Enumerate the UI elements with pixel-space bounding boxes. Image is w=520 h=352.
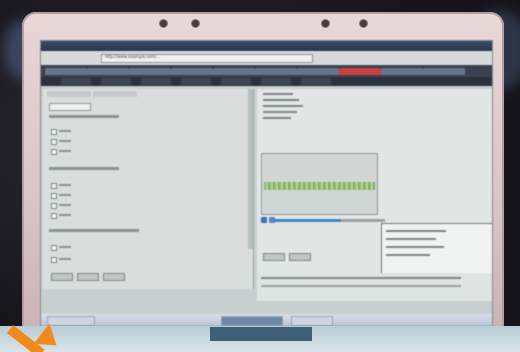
info-line	[263, 93, 293, 95]
option-text	[59, 258, 71, 260]
popup-line	[386, 254, 430, 256]
screen-reflection-label	[210, 327, 312, 341]
waveform-viewer[interactable]	[261, 153, 378, 215]
taskbar-item[interactable]	[221, 316, 283, 326]
option-text	[59, 150, 71, 152]
screw-icon	[322, 20, 329, 27]
browser-tab[interactable]	[213, 68, 255, 75]
pause-icon[interactable]	[269, 217, 275, 223]
info-line	[263, 111, 297, 113]
tab-bar	[41, 65, 492, 77]
popup-line	[386, 246, 444, 248]
option-text	[59, 194, 71, 196]
option-checkbox[interactable]	[51, 257, 57, 263]
playback-progress[interactable]	[275, 219, 385, 222]
option-text	[59, 204, 71, 206]
option-text	[59, 246, 71, 248]
menu-item[interactable]	[101, 78, 131, 85]
info-line	[263, 117, 291, 119]
browser-tab[interactable]	[423, 68, 465, 75]
menu-item[interactable]	[181, 78, 211, 85]
browser-tab[interactable]	[381, 68, 423, 75]
screw-icon	[360, 20, 367, 27]
screw-icon	[192, 20, 199, 27]
action-button[interactable]	[51, 273, 73, 281]
option-checkbox[interactable]	[51, 213, 57, 219]
question-text	[49, 229, 139, 232]
menu-item[interactable]	[261, 78, 291, 85]
window-title-bar	[41, 41, 492, 51]
browser-tab[interactable]	[255, 68, 297, 75]
taskbar-item[interactable]	[291, 316, 333, 326]
option-checkbox[interactable]	[51, 129, 57, 135]
popup-line	[386, 238, 436, 240]
option-checkbox[interactable]	[51, 245, 57, 251]
arrow-head	[33, 323, 65, 352]
browser-tab[interactable]	[171, 68, 213, 75]
photo: http://www.example.com/...	[0, 0, 520, 352]
question-text	[49, 115, 119, 118]
info-line	[263, 105, 303, 107]
waveform	[264, 182, 375, 190]
option-text	[59, 130, 71, 132]
right-panel	[257, 89, 492, 289]
subtab[interactable]	[93, 91, 137, 97]
playback-progress-fill	[275, 219, 341, 222]
address-text: http://www.example.com/...	[105, 54, 161, 59]
results-table	[257, 273, 492, 301]
play-icon[interactable]	[261, 217, 267, 223]
option-text	[59, 184, 71, 186]
option-checkbox[interactable]	[51, 149, 57, 155]
menu-item[interactable]	[141, 78, 171, 85]
option-checkbox[interactable]	[51, 183, 57, 189]
option-text	[59, 214, 71, 216]
menu-item[interactable]	[61, 78, 91, 85]
section-dropdown[interactable]	[49, 103, 91, 111]
browser-tab[interactable]	[297, 68, 339, 75]
table-header	[261, 277, 461, 279]
option-checkbox[interactable]	[51, 193, 57, 199]
menu-item[interactable]	[221, 78, 251, 85]
menu-item[interactable]	[301, 78, 331, 85]
action-button[interactable]	[77, 273, 99, 281]
taskbar	[41, 314, 492, 326]
laptop-screen: http://www.example.com/...	[40, 40, 493, 327]
screw-icon	[160, 20, 167, 27]
pointer-arrow-icon	[2, 306, 65, 352]
option-checkbox[interactable]	[51, 203, 57, 209]
info-line	[263, 99, 299, 101]
question-text	[49, 167, 119, 170]
left-panel	[43, 89, 254, 289]
action-button[interactable]	[263, 253, 285, 261]
action-button[interactable]	[103, 273, 125, 281]
table-row	[261, 285, 461, 287]
browser-tab-active[interactable]	[339, 68, 381, 75]
popup-line	[386, 230, 446, 232]
option-checkbox[interactable]	[51, 139, 57, 145]
subtab[interactable]	[47, 91, 91, 97]
address-row: http://www.example.com/...	[41, 51, 492, 65]
browser-tab[interactable]	[87, 68, 129, 75]
browser-tab[interactable]	[129, 68, 171, 75]
option-text	[59, 140, 71, 142]
browser-tab[interactable]	[45, 68, 87, 75]
action-button[interactable]	[289, 253, 311, 261]
scrollbar[interactable]	[248, 89, 253, 249]
menu-bar	[41, 77, 492, 86]
